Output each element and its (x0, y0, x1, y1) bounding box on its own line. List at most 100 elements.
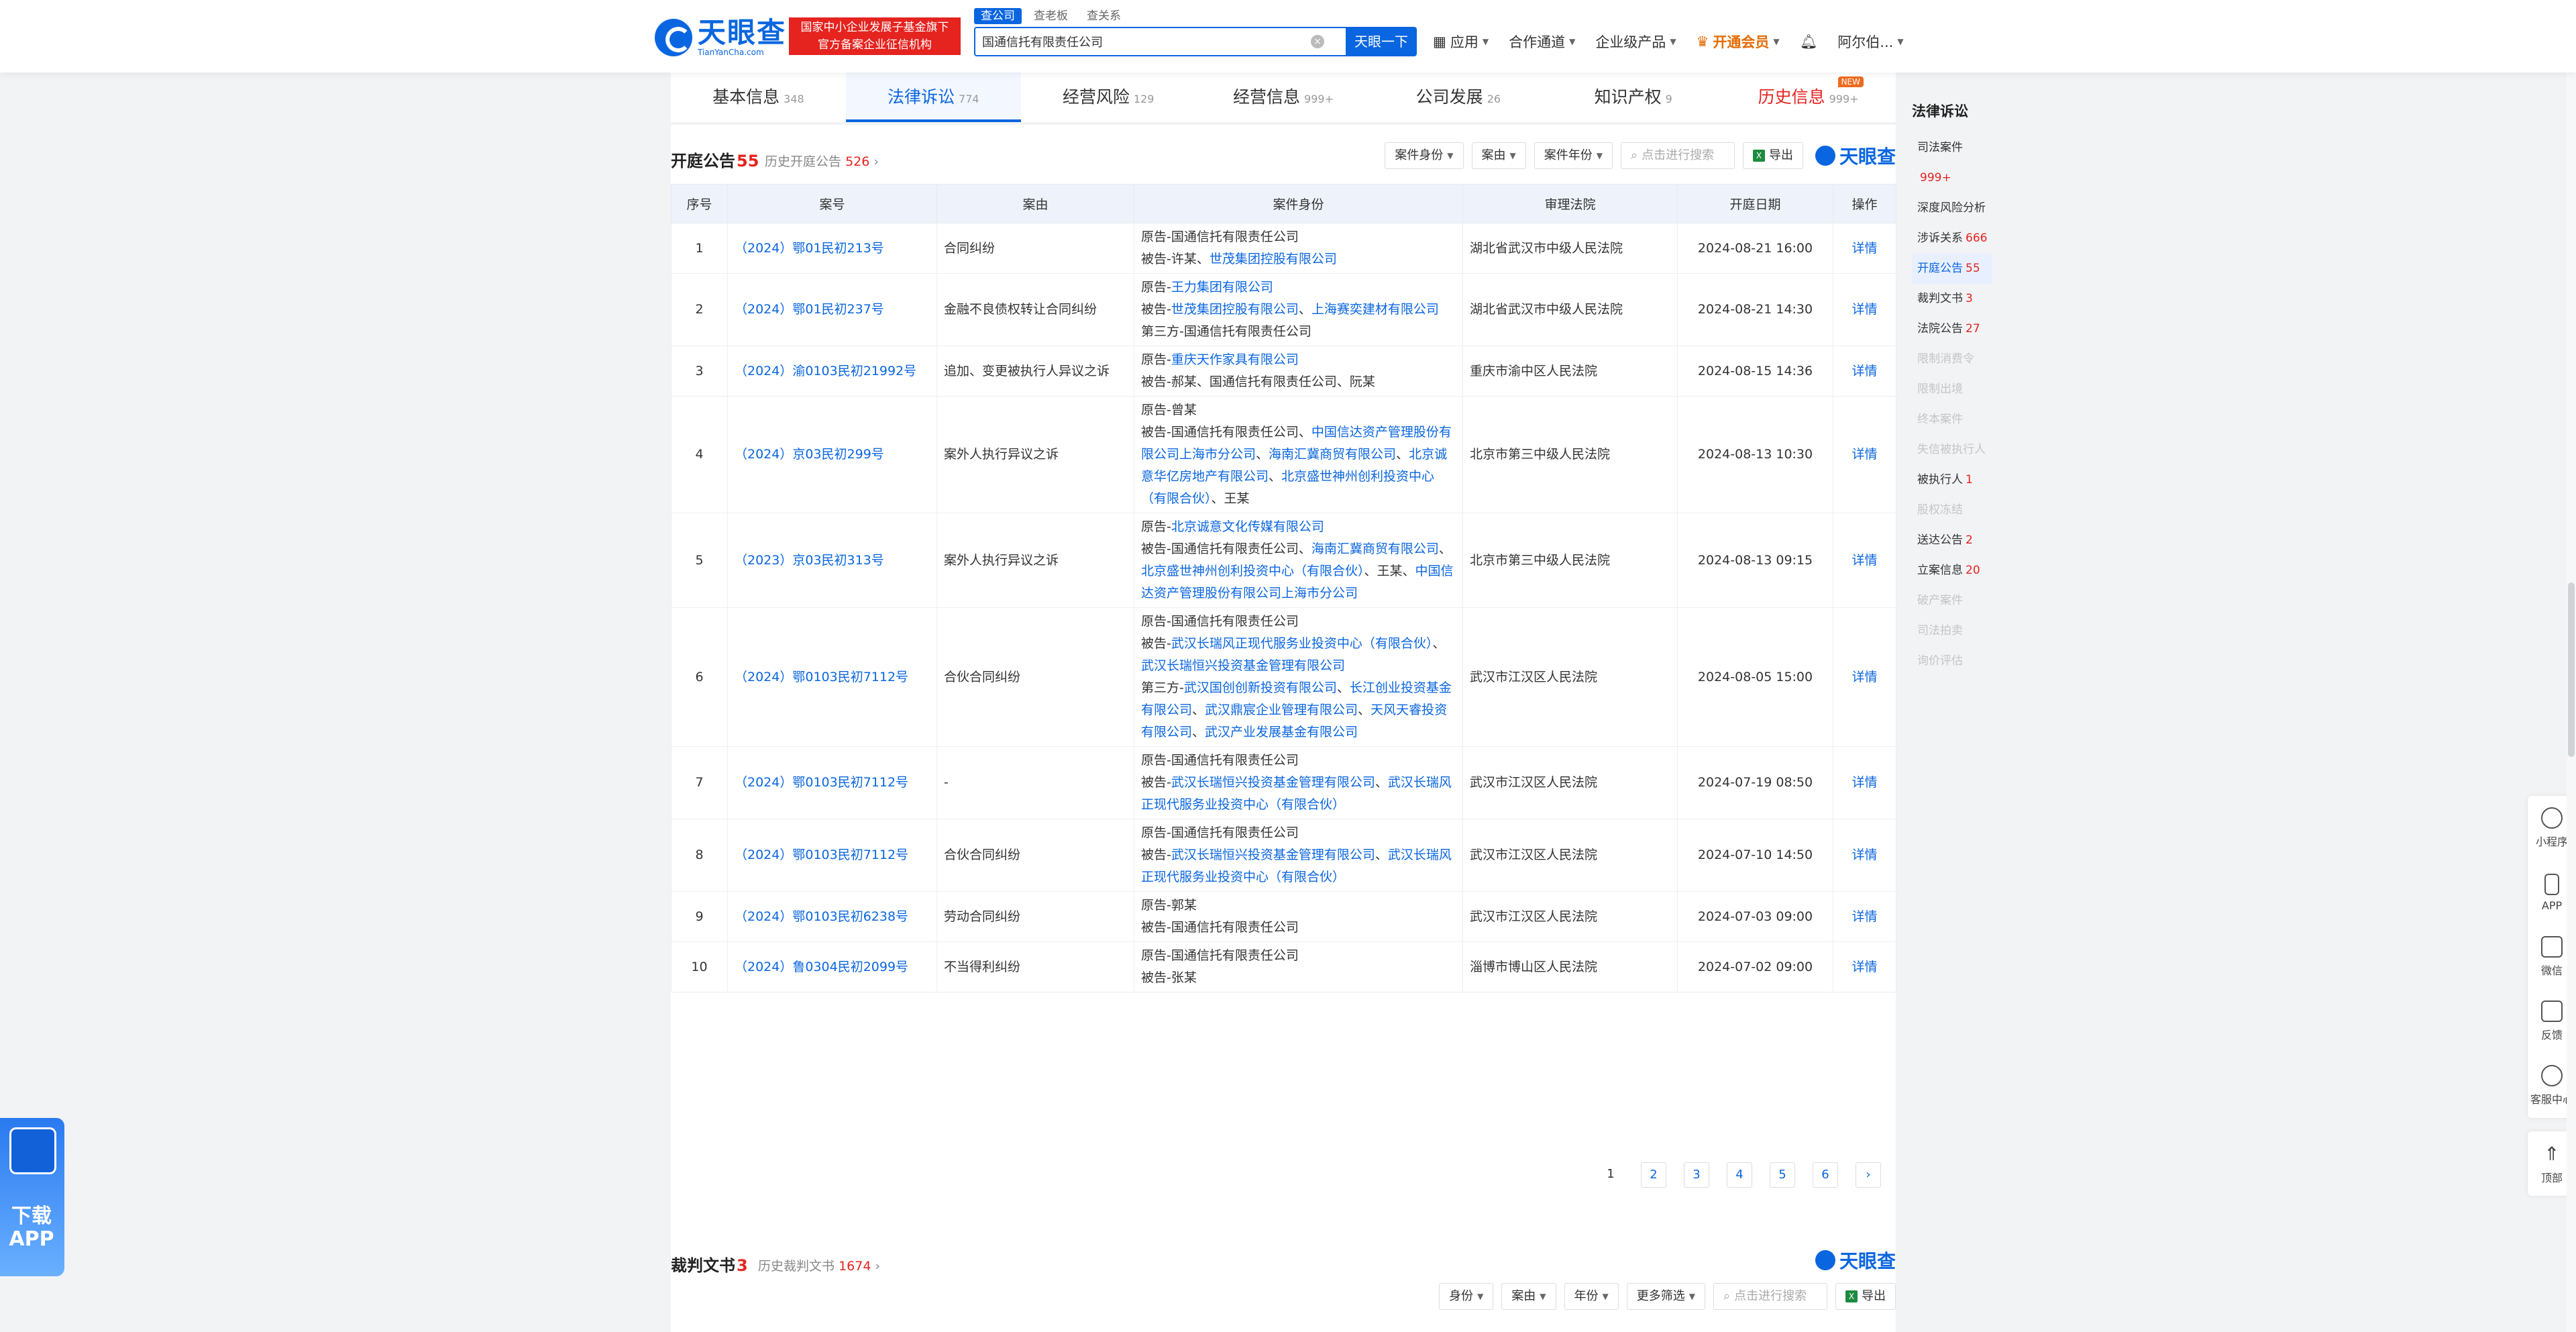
case-number-link[interactable]: （2024）鄂0103民初7112号 (727, 607, 937, 747)
party-company-link[interactable]: 世茂集团控股有限公司 (1171, 302, 1299, 317)
download-app-banner[interactable]: 下载 APP (0, 1118, 64, 1276)
party-text: 、王某 (1211, 491, 1250, 506)
nav-user[interactable]: 阿尔伯... ▼ (1837, 32, 1903, 52)
page-4[interactable]: 4 (1727, 1162, 1752, 1188)
sidebar-item[interactable]: 裁判文书 3 (1912, 284, 1992, 314)
page-scrollbar[interactable] (2567, 72, 2576, 1332)
case-number-link[interactable]: （2023）京03民初313号 (727, 513, 937, 608)
case-number-link[interactable]: （2024）鄂0103民初7112号 (727, 819, 937, 892)
page-2[interactable]: 2 (1641, 1162, 1666, 1188)
case-number-link[interactable]: （2024）渝0103民初21992号 (727, 346, 937, 397)
page-1[interactable]: 1 (1598, 1162, 1623, 1188)
search-button[interactable]: 天眼一下 (1346, 27, 1417, 56)
tab-development[interactable]: 公司发展 26 (1371, 72, 1546, 122)
party-company-link[interactable]: 武汉鼎宸企业管理有限公司 (1205, 703, 1358, 717)
export-button[interactable]: X 导出 (1835, 1283, 1896, 1310)
detail-link[interactable]: 详情 (1833, 223, 1896, 274)
tab-ip[interactable]: 知识产权 9 (1546, 72, 1721, 122)
filter-cause[interactable]: 案由 ▼ (1471, 142, 1526, 169)
case-number-link[interactable]: （2024）鄂0103民初7112号 (727, 746, 937, 819)
tab-operation[interactable]: 经营信息 999+ (1196, 72, 1371, 122)
hearing-date: 2024-07-19 08:50 (1677, 746, 1833, 819)
tab-basic-info[interactable]: 基本信息 348 (671, 72, 846, 122)
next-page-button[interactable]: › (1856, 1162, 1881, 1188)
filter-label: 案由 (1481, 148, 1506, 162)
case-number-link[interactable]: （2024）鄂01民初237号 (727, 273, 937, 346)
party-text: 原告-国通信托有限责任公司 (1141, 614, 1299, 629)
party-company-link[interactable]: 武汉长瑞恒兴投资基金管理有限公司 (1171, 775, 1375, 790)
history-link[interactable]: 历史裁判文书 1674 › (758, 1256, 880, 1274)
party-company-link[interactable]: 武汉国创创新投资有限公司 (1184, 680, 1337, 695)
sidebar-item[interactable]: 涉诉关系 666 (1912, 223, 1992, 254)
party-company-link[interactable]: 海南汇冀商贸有限公司 (1311, 542, 1439, 556)
sidebar-item[interactable]: 深度风险分析 (1912, 193, 1992, 223)
detail-link[interactable]: 详情 (1833, 396, 1896, 513)
sidebar-item[interactable]: 法院公告 27 (1912, 314, 1992, 344)
tab-risk[interactable]: 经营风险 129 (1021, 72, 1196, 122)
sidebar-item[interactable]: 立案信息 20 (1912, 556, 1992, 586)
party-company-link[interactable]: 武汉长瑞恒兴投资基金管理有限公司 (1141, 658, 1345, 673)
filter-role[interactable]: 身份 ▼ (1439, 1283, 1494, 1310)
case-number-link[interactable]: （2024）鄂01民初213号 (727, 223, 937, 274)
party-company-link[interactable]: 王力集团有限公司 (1171, 280, 1273, 295)
sidebar-item[interactable]: 开庭公告 55 (1912, 254, 1992, 284)
scrollbar-thumb[interactable] (2568, 582, 2575, 757)
page-5[interactable]: 5 (1770, 1162, 1795, 1188)
party-company-link[interactable]: 北京盛世神州创利投资中心（有限合伙） (1141, 564, 1364, 578)
section-search-input[interactable]: ⌕ 点击进行搜索 (1620, 142, 1735, 169)
party-company-link[interactable]: 重庆天作家具有限公司 (1171, 352, 1299, 367)
nav-cooperation[interactable]: 合作通道 ▼ (1509, 32, 1575, 52)
detail-link[interactable]: 详情 (1833, 819, 1896, 892)
filter-year[interactable]: 案件年份 ▼ (1534, 142, 1613, 169)
party-text: 被告-国通信托有限责任公司 (1141, 920, 1299, 935)
tab-legal[interactable]: 法律诉讼 774 (845, 72, 1021, 122)
export-button[interactable]: X 导出 (1742, 142, 1803, 169)
case-number-link[interactable]: （2024）京03民初299号 (727, 396, 937, 513)
filter-cause[interactable]: 案由 ▼ (1501, 1283, 1556, 1310)
detail-link[interactable]: 详情 (1833, 746, 1896, 819)
detail-link[interactable]: 详情 (1833, 273, 1896, 346)
search-placeholder: 点击进行搜索 (1734, 1289, 1807, 1303)
page-3[interactable]: 3 (1684, 1162, 1709, 1188)
nav-enterprise[interactable]: 企业级产品 ▼ (1595, 32, 1676, 52)
hearing-date: 2024-08-13 09:15 (1677, 513, 1833, 608)
search-tab-company[interactable]: 查公司 (974, 8, 1022, 24)
clear-icon[interactable]: × (1311, 35, 1324, 48)
page-6[interactable]: 6 (1813, 1162, 1838, 1188)
court-name: 北京市第三中级人民法院 (1462, 513, 1678, 608)
party-company-link[interactable]: 武汉长瑞风正现代服务业投资中心（有限合伙） (1171, 636, 1433, 651)
search-tab-relation[interactable]: 查关系 (1080, 8, 1128, 24)
sidebar-item[interactable]: 送达公告 2 (1912, 525, 1992, 556)
detail-link[interactable]: 详情 (1833, 607, 1896, 747)
filter-year[interactable]: 年份 ▼ (1564, 1283, 1619, 1310)
sidebar-item[interactable]: 被执行人 1 (1912, 465, 1992, 495)
search-tab-boss[interactable]: 查老板 (1027, 8, 1075, 24)
logo[interactable]: 天眼查 TianYanCha.com (655, 16, 786, 59)
party-company-link[interactable]: 上海赛奕建材有限公司 (1311, 302, 1439, 317)
history-link[interactable]: 历史开庭公告 526 › (765, 152, 879, 170)
party-company-link[interactable]: 世茂集团控股有限公司 (1210, 252, 1337, 266)
detail-link[interactable]: 详情 (1833, 941, 1896, 992)
party-company-link[interactable]: 武汉长瑞恒兴投资基金管理有限公司 (1171, 848, 1375, 862)
detail-link[interactable]: 详情 (1833, 891, 1896, 942)
party-company-link[interactable]: 北京诚意文化传媒有限公司 (1171, 519, 1324, 534)
party-company-link[interactable]: 武汉产业发展基金有限公司 (1205, 725, 1358, 739)
nav-apps[interactable]: ▦ 应用 ▼ (1433, 32, 1489, 52)
section-search-input[interactable]: ⌕ 点击进行搜索 (1713, 1283, 1827, 1310)
history-label: 历史开庭公告 (765, 154, 842, 169)
case-number-link[interactable]: （2024）鄂0103民初6238号 (727, 891, 937, 942)
bell-icon[interactable]: 🔔︎ (1800, 34, 1818, 50)
tab-history[interactable]: 历史信息 999+ NEW (1721, 72, 1896, 122)
detail-link[interactable]: 详情 (1833, 513, 1896, 608)
search-input[interactable] (982, 34, 1311, 49)
party-company-link[interactable]: 海南汇冀商贸有限公司 (1269, 447, 1396, 462)
filter-case-role[interactable]: 案件身份 ▼ (1385, 142, 1464, 169)
history-label: 历史裁判文书 (758, 1259, 835, 1274)
detail-link[interactable]: 详情 (1833, 346, 1896, 397)
sidebar-item[interactable]: 司法案件 999+ (1912, 133, 1992, 193)
party-text: 原告-国通信托有限责任公司 (1141, 753, 1299, 768)
case-number-link[interactable]: （2024）鲁0304民初2099号 (727, 941, 937, 992)
nav-vip[interactable]: ♛ 开通会员 ▼ (1697, 32, 1780, 52)
filter-more[interactable]: 更多筛选 ▼ (1626, 1283, 1705, 1310)
party-line: 被告-张某 (1141, 967, 1456, 989)
